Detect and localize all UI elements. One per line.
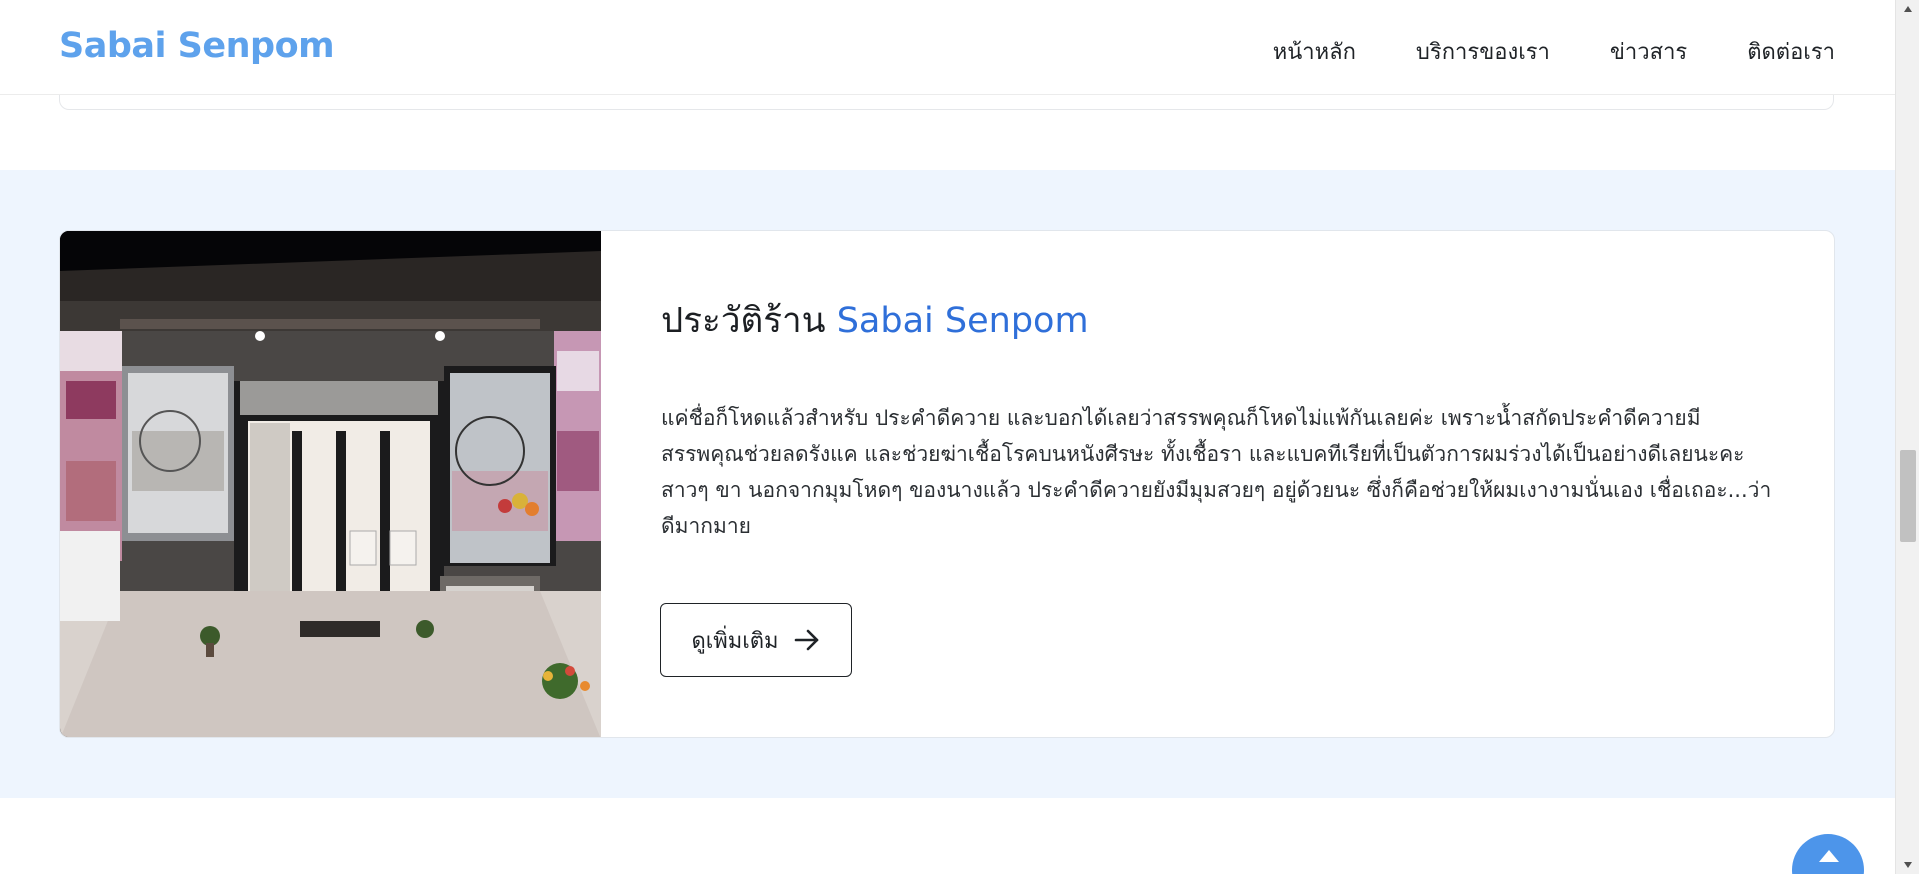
about-title-prefix: ประวัติร้าน xyxy=(661,301,826,341)
shop-front-photo xyxy=(60,231,601,737)
arrow-right-icon xyxy=(793,626,821,654)
brand-logo[interactable]: Sabai Senpom xyxy=(59,26,335,66)
nav-item-services[interactable]: บริการของเรา xyxy=(1416,34,1550,69)
chevron-up-icon xyxy=(1819,850,1839,862)
scroll-thumb[interactable] xyxy=(1900,450,1916,542)
about-section: ประวัติร้าน Sabai Senpom แค่ชื่อก็โหดแล้… xyxy=(0,170,1895,798)
about-card: ประวัติร้าน Sabai Senpom แค่ชื่อก็โหดแล้… xyxy=(59,230,1835,738)
nav-item-contact[interactable]: ติดต่อเรา xyxy=(1747,34,1835,69)
scroll-up-arrow[interactable] xyxy=(1896,0,1919,18)
nav-item-news[interactable]: ข่าวสาร xyxy=(1610,34,1687,69)
page: Sabai Senpom หน้าหลัก บริการของเรา ข่าวส… xyxy=(0,0,1919,874)
navbar: Sabai Senpom หน้าหลัก บริการของเรา ข่าวส… xyxy=(0,0,1895,95)
back-to-top-button[interactable] xyxy=(1792,834,1864,874)
about-content: ประวัติร้าน Sabai Senpom แค่ชื่อก็โหดแล้… xyxy=(661,293,1781,544)
about-description: แค่ชื่อก็โหดแล้วสำหรับ ประคำดีควาย และบอ… xyxy=(661,406,1772,538)
see-more-label: ดูเพิ่มเติม xyxy=(691,628,779,654)
scroll-down-arrow[interactable] xyxy=(1896,856,1919,874)
about-title-accent: Sabai Senpom xyxy=(836,301,1089,341)
about-title: ประวัติร้าน Sabai Senpom xyxy=(661,293,1781,348)
nav-item-home[interactable]: หน้าหลัก xyxy=(1273,34,1356,69)
main-nav: หน้าหลัก บริการของเรา ข่าวสาร ติดต่อเรา xyxy=(1213,34,1835,69)
page-scrollbar[interactable] xyxy=(1895,0,1919,874)
see-more-button[interactable]: ดูเพิ่มเติม xyxy=(660,603,852,677)
